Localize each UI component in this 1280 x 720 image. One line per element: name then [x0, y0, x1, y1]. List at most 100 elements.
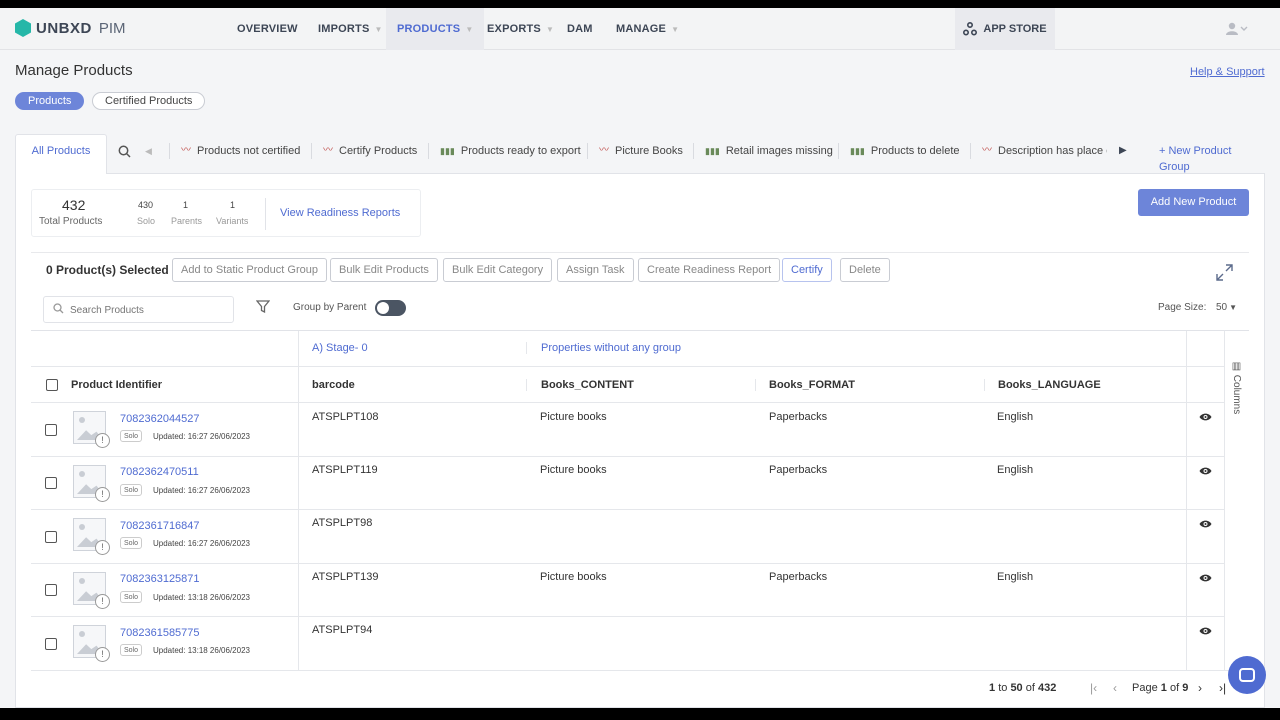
row-checkbox[interactable]: [45, 531, 57, 543]
add-new-product-button[interactable]: Add New Product: [1138, 189, 1249, 216]
tab-group-3[interactable]: 〰 Picture Books: [599, 143, 683, 159]
eye-icon[interactable]: [1199, 412, 1212, 425]
cell-language: English: [997, 411, 1034, 423]
bulk-action-bar: 0 Product(s) Selected Add to Static Prod…: [31, 252, 1249, 287]
app-store-button[interactable]: APP STORE: [955, 8, 1055, 50]
product-id-link[interactable]: 7082361585775: [120, 627, 200, 639]
eye-icon[interactable]: [1199, 573, 1212, 586]
previous-page-icon[interactable]: ‹: [1113, 681, 1117, 695]
nav-dam[interactable]: DAM: [567, 8, 593, 50]
warning-icon: !: [95, 433, 110, 448]
header-divider: [31, 366, 1224, 367]
group-header-stage[interactable]: A) Stage- 0: [312, 342, 368, 354]
nav-exports[interactable]: EXPORTS ▼: [487, 8, 554, 50]
tab-group-2[interactable]: ▮▮▮ Products ready to export: [440, 143, 581, 159]
image-placeholder-icon: [79, 417, 85, 423]
scroll-right-icon[interactable]: ▶: [1119, 143, 1127, 159]
select-all-checkbox[interactable]: [46, 379, 58, 391]
columns-text: Columns: [1231, 374, 1242, 415]
help-support-link[interactable]: Help & Support: [1190, 66, 1265, 78]
group-header-properties[interactable]: Properties without any group: [541, 342, 681, 354]
nav-overview[interactable]: OVERVIEW: [237, 8, 298, 50]
parents-label: Parents: [171, 216, 203, 226]
search-input[interactable]: [70, 302, 230, 318]
user-avatar-icon[interactable]: [1226, 22, 1248, 39]
assign-task-button[interactable]: Assign Task: [557, 258, 634, 282]
brand-name: UNBXD: [36, 19, 92, 37]
certify-button[interactable]: Certify: [782, 258, 832, 282]
cell-format: Paperbacks: [769, 571, 828, 583]
bar-chart-icon: ▮▮▮: [850, 146, 865, 156]
nav-products[interactable]: PRODUCTS ▼: [386, 8, 485, 50]
row-range: 1 to 50 of 432: [989, 682, 1056, 694]
certified-products-pill[interactable]: Certified Products: [92, 92, 206, 110]
search-box: [43, 296, 234, 323]
tab-group-label: Products ready to export: [460, 145, 581, 157]
new-product-group-link[interactable]: + New Product Group: [1159, 143, 1265, 175]
tab-group-6[interactable]: 〰 Description has place o: [982, 143, 1107, 159]
next-page-icon[interactable]: ›: [1198, 681, 1202, 695]
logo[interactable]: UNBXD PIM: [15, 19, 126, 37]
column-header-barcode[interactable]: barcode: [312, 379, 355, 391]
row-checkbox[interactable]: [45, 584, 57, 596]
toggle-knob: [377, 302, 389, 314]
range-from: 1: [989, 682, 996, 694]
delete-button[interactable]: Delete: [840, 258, 890, 282]
column-header-language[interactable]: Books_LANGUAGE: [998, 379, 1101, 391]
product-id-link[interactable]: 7082361716847: [120, 520, 200, 532]
group-by-parent-label: Group by Parent: [293, 302, 367, 313]
eye-icon[interactable]: [1199, 466, 1212, 479]
tab-group-1[interactable]: 〰 Certify Products: [323, 143, 417, 159]
frozen-column-divider: [298, 331, 299, 671]
expand-icon[interactable]: [1216, 264, 1233, 284]
warning-icon: !: [95, 540, 110, 555]
bulk-edit-category-button[interactable]: Bulk Edit Category: [443, 258, 553, 282]
row-checkbox[interactable]: [45, 638, 57, 650]
product-id-link[interactable]: 7082362470511: [120, 466, 199, 478]
solo-label: Solo: [137, 216, 156, 226]
last-page-icon[interactable]: ›|: [1219, 681, 1226, 695]
first-page-icon[interactable]: |‹: [1090, 681, 1097, 695]
column-header-content[interactable]: Books_CONTENT: [541, 379, 634, 391]
create-readiness-report-button[interactable]: Create Readiness Report: [638, 258, 781, 282]
tab-group-label: Products to delete: [870, 145, 960, 157]
parents-count: 1: [183, 200, 189, 210]
page-total: 9: [1182, 682, 1189, 694]
row-divider: [31, 509, 1224, 510]
tab-group-0[interactable]: 〰 Products not certified: [181, 143, 300, 159]
page-indicator: Page 1 of 9: [1132, 682, 1188, 694]
row-checkbox[interactable]: [45, 477, 57, 489]
variants-label: Variants: [216, 216, 249, 226]
group-by-parent-toggle[interactable]: [375, 300, 406, 316]
nav-manage[interactable]: MANAGE ▼: [616, 8, 679, 50]
scroll-left-icon[interactable]: ◀: [145, 143, 152, 159]
products-pill[interactable]: Products: [15, 92, 85, 110]
header-divider: [31, 402, 1224, 403]
row-divider: [31, 563, 1224, 564]
filter-icon[interactable]: [255, 300, 271, 316]
page-size-select[interactable]: 50 ▼: [1216, 302, 1237, 313]
eye-icon[interactable]: [1199, 519, 1212, 532]
add-to-static-group-button[interactable]: Add to Static Product Group: [172, 258, 327, 282]
tab-group-4[interactable]: ▮▮▮ Retail images missing: [705, 143, 833, 159]
chat-launcher-button[interactable]: [1228, 656, 1266, 694]
columns-panel-toggle[interactable]: ▥ Columns: [1224, 330, 1249, 670]
activity-icon: 〰: [323, 145, 333, 156]
app-frame: UNBXD PIM OVERVIEW IMPORTS ▼ PRODUCTS ▼ EX…: [0, 8, 1280, 708]
product-id-link[interactable]: 7082362044527: [120, 413, 200, 425]
eye-icon[interactable]: [1199, 626, 1212, 639]
row-checkbox[interactable]: [45, 424, 57, 436]
stats-divider: [265, 198, 266, 230]
cell-barcode: ATSPLPT108: [312, 411, 379, 423]
nav-imports[interactable]: IMPORTS ▼: [318, 8, 383, 50]
cell-barcode: ATSPLPT119: [312, 464, 378, 476]
tab-all-products[interactable]: All Products: [15, 134, 107, 174]
column-header-identifier[interactable]: Product Identifier: [71, 379, 162, 391]
tab-group-5[interactable]: ▮▮▮ Products to delete: [850, 143, 960, 159]
bulk-edit-products-button[interactable]: Bulk Edit Products: [330, 258, 438, 282]
row-divider: [31, 456, 1224, 457]
search-groups-icon[interactable]: [118, 143, 131, 159]
column-header-format[interactable]: Books_FORMAT: [769, 379, 855, 391]
product-id-link[interactable]: 7082363125871: [120, 573, 200, 585]
view-readiness-reports-link[interactable]: View Readiness Reports: [280, 207, 400, 219]
